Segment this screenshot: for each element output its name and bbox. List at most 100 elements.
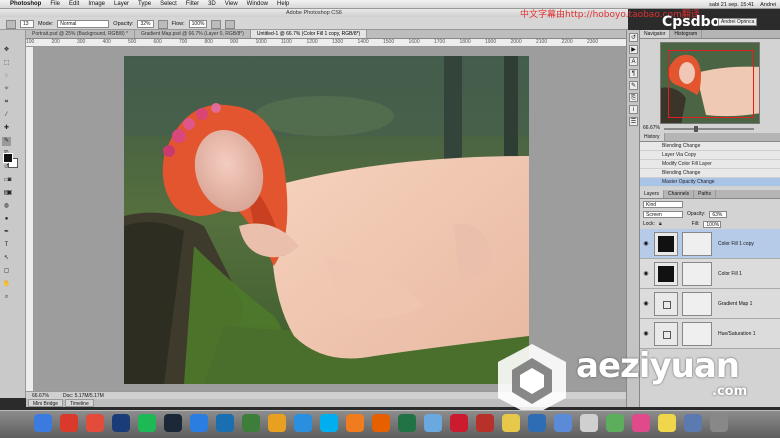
tab-histogram[interactable]: Histogram xyxy=(670,30,703,38)
flow-field[interactable]: 100% xyxy=(188,20,208,28)
dock-mail-icon[interactable] xyxy=(554,414,572,432)
dock-ps-icon[interactable] xyxy=(112,414,130,432)
tab-channels[interactable]: Channels xyxy=(664,190,695,198)
pen-tool-icon[interactable]: ✒ xyxy=(2,228,11,237)
healing-tool-icon[interactable]: ✚ xyxy=(2,124,11,133)
dock-downloads-icon[interactable] xyxy=(684,414,702,432)
brush-tool-icon[interactable]: ✎ xyxy=(2,137,11,146)
pressure-size-icon[interactable] xyxy=(225,19,236,29)
menu-app[interactable]: Photoshop xyxy=(10,1,41,7)
mini-bridge-tab[interactable]: Mini Bridge xyxy=(28,399,64,407)
tab-navigator[interactable]: Navigator xyxy=(640,30,671,38)
shape-tool-icon[interactable]: ▢ xyxy=(2,267,11,276)
menu-help[interactable]: Help xyxy=(277,1,289,7)
doc-tab-portrait[interactable]: Portrait.psd @ 25% (Background, RGB/8) * xyxy=(26,30,135,38)
status-zoom[interactable]: 66.67% xyxy=(32,392,49,399)
layer-mask-thumbnail[interactable] xyxy=(682,231,712,256)
doc-tab-untitled[interactable]: Untitled-1 @ 66.7% (Color Fill 1 copy, R… xyxy=(250,30,368,38)
brush-tool-preset-icon[interactable] xyxy=(6,19,16,29)
zoom-tool-icon[interactable]: ⌕ xyxy=(2,293,11,302)
navigator-zoom-knob[interactable] xyxy=(694,125,699,132)
layers-opacity-field[interactable]: 63% xyxy=(709,210,728,218)
move-tool-icon[interactable]: ✥ xyxy=(2,46,11,55)
menu-filter[interactable]: Filter xyxy=(186,1,199,7)
menu-type[interactable]: Type xyxy=(138,1,151,7)
hand-tool-icon[interactable]: ✋ xyxy=(2,280,11,289)
dock-trash-icon[interactable] xyxy=(710,414,728,432)
history-panel-icon[interactable]: ↺ xyxy=(629,33,638,42)
dock-wunderlist-icon[interactable] xyxy=(190,414,208,432)
dock-skype-icon[interactable] xyxy=(320,414,338,432)
dock-itunes-icon[interactable] xyxy=(632,414,650,432)
dock-pictures-icon[interactable] xyxy=(424,414,442,432)
properties-panel-icon[interactable]: ☰ xyxy=(629,117,638,126)
history-state[interactable]: Blending Change xyxy=(640,169,780,178)
brush-size-field[interactable]: 13 xyxy=(20,20,34,28)
menu-window[interactable]: Window xyxy=(247,1,268,7)
menu-edit[interactable]: Edit xyxy=(69,1,79,7)
timeline-tab[interactable]: Timeline xyxy=(65,399,94,407)
visibility-eye-icon[interactable]: ◉ xyxy=(640,300,652,307)
layer-name[interactable]: Color Fill 1 xyxy=(718,271,742,277)
dock-spotify-icon[interactable] xyxy=(138,414,156,432)
eyedropper-tool-icon[interactable]: ⁄ xyxy=(2,111,11,120)
airbrush-icon[interactable] xyxy=(211,19,222,29)
dock-firefox-icon[interactable] xyxy=(372,414,390,432)
history-state[interactable]: Master Opacity Change xyxy=(640,178,780,187)
menu-layer[interactable]: Layer xyxy=(114,1,129,7)
layer-row[interactable]: ◉ Color Fill 1 copy xyxy=(640,229,780,259)
layer-name[interactable]: Gradient Map 1 xyxy=(718,301,752,307)
dock-fz-icon[interactable] xyxy=(476,414,494,432)
marquee-tool-icon[interactable]: ⬚ xyxy=(2,59,11,68)
dock-calendar-icon[interactable] xyxy=(86,414,104,432)
tab-history[interactable]: History xyxy=(640,133,665,141)
path-select-tool-icon[interactable]: ↖ xyxy=(2,254,11,263)
crop-tool-icon[interactable]: ⌗ xyxy=(2,98,11,107)
dock-ai-icon[interactable] xyxy=(346,414,364,432)
layer-name[interactable]: Color Fill 1 copy xyxy=(718,241,754,247)
menu-select[interactable]: Select xyxy=(160,1,177,7)
layer-row[interactable]: ◉ Color Fill 1 xyxy=(640,259,780,289)
dock-dw-icon[interactable] xyxy=(242,414,260,432)
dock-reminders-icon[interactable] xyxy=(580,414,598,432)
opacity-field[interactable]: 32% xyxy=(137,20,154,28)
paragraph-panel-icon[interactable]: ¶ xyxy=(629,69,638,78)
quick-select-tool-icon[interactable]: ✧ xyxy=(2,85,11,94)
menubar-user[interactable]: Andrei xyxy=(760,2,776,8)
visibility-eye-icon[interactable]: ◉ xyxy=(640,240,652,247)
dock-au-icon[interactable] xyxy=(216,414,234,432)
lock-icon[interactable]: 🔒︎ xyxy=(659,219,662,229)
history-state[interactable]: Blending Change xyxy=(640,142,780,151)
layer-name[interactable]: Hue/Saturation 1 xyxy=(718,331,756,337)
history-state[interactable]: Layer Via Copy xyxy=(640,151,780,160)
navigator-thumbnail[interactable] xyxy=(660,42,760,124)
document-image[interactable] xyxy=(124,56,529,384)
menu-3d[interactable]: 3D xyxy=(208,1,216,7)
menu-file[interactable]: File xyxy=(50,1,60,7)
dock-excel-icon[interactable] xyxy=(398,414,416,432)
blend-mode-select[interactable]: Screen xyxy=(643,210,683,218)
type-tool-icon[interactable]: T xyxy=(2,241,11,250)
blur-tool-icon[interactable]: ◍ xyxy=(2,202,11,211)
fill-field[interactable]: 100% xyxy=(703,220,722,228)
mode-select[interactable]: Normal xyxy=(57,20,110,28)
pressure-opacity-icon[interactable] xyxy=(157,19,168,29)
dock-finder-icon[interactable] xyxy=(34,414,52,432)
brush-panel-icon[interactable]: ✎ xyxy=(629,81,638,90)
doc-tab-gradient-map[interactable]: Gradient Map.psd @ 66.7% (Layer 0, RGB/8… xyxy=(135,30,251,38)
screen-mode-icon[interactable]: ▣ xyxy=(5,189,14,198)
foreground-color-swatch[interactable] xyxy=(3,153,13,163)
info-panel-icon[interactable]: i xyxy=(629,105,638,114)
dock-stickies-icon[interactable] xyxy=(658,414,676,432)
visibility-eye-icon[interactable]: ◉ xyxy=(640,270,652,277)
dock-notes-icon[interactable] xyxy=(502,414,520,432)
dock-opera-icon[interactable] xyxy=(450,414,468,432)
navigator-view-box[interactable] xyxy=(668,50,754,118)
layer-row[interactable]: ◉ Gradient Map 1 xyxy=(640,289,780,319)
dock-steam-icon[interactable] xyxy=(164,414,182,432)
tab-paths[interactable]: Paths xyxy=(694,190,716,198)
layer-mask-thumbnail[interactable] xyxy=(682,261,712,286)
actions-panel-icon[interactable]: ▶ xyxy=(629,45,638,54)
history-state[interactable]: Modify Color Fill Layer xyxy=(640,160,780,169)
clone-source-panel-icon[interactable]: ⎘ xyxy=(629,93,638,102)
